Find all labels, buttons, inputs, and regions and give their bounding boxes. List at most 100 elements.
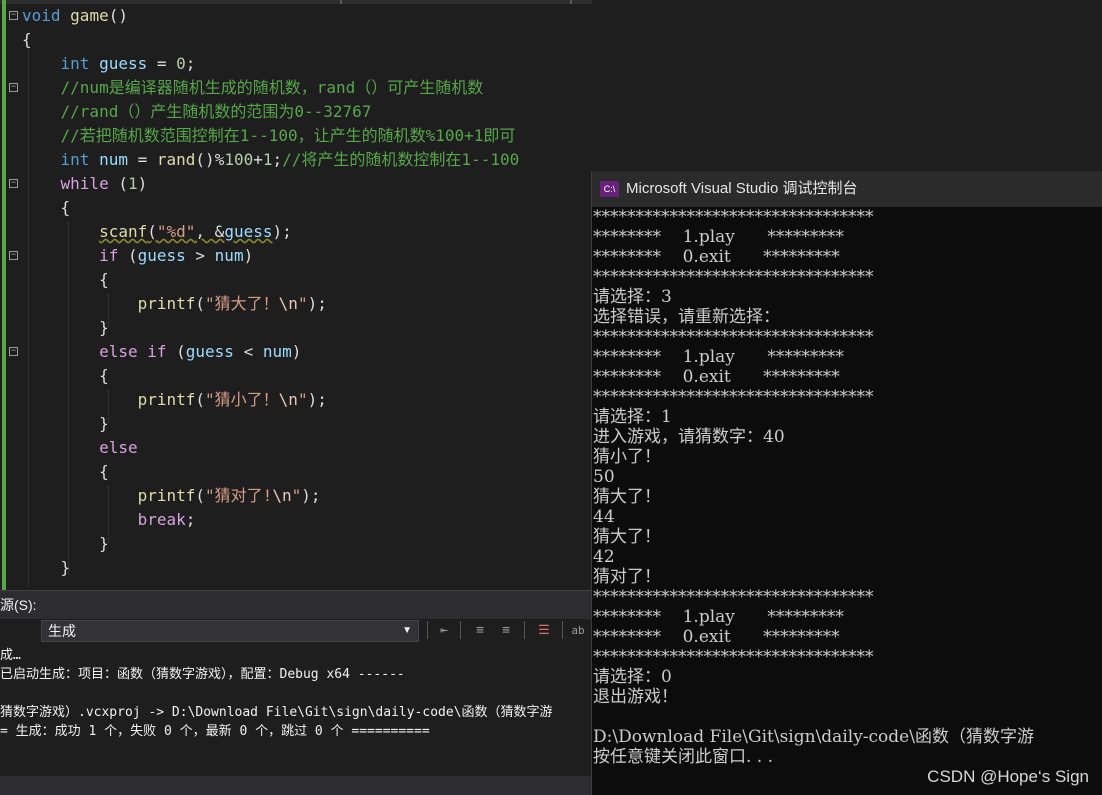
code-token: + <box>253 150 263 169</box>
code-token: printf <box>137 294 196 313</box>
next-message-icon[interactable]: ≡ <box>496 621 516 641</box>
console-line: 42 <box>593 547 615 567</box>
output-line: 猜数字游戏）.vcxproj -> D:\Download File\Git\s… <box>0 705 553 720</box>
console-line: 猜大了！ <box>593 487 661 507</box>
console-app-icon: C:\ <box>600 181 619 197</box>
code-token: ) <box>243 246 254 265</box>
code-line[interactable]: } <box>22 532 109 556</box>
code-token: 0 <box>176 54 186 73</box>
code-token: guess <box>185 342 234 361</box>
code-token: while <box>60 174 109 193</box>
code-token: "%d" <box>156 222 196 241</box>
code-token: () <box>108 6 128 25</box>
scroll-marker <box>340 0 342 4</box>
console-line: 请选择：0 <box>593 667 672 687</box>
code-line[interactable]: } <box>22 316 109 340</box>
code-line[interactable]: { <box>22 196 71 220</box>
fold-toggle-icon[interactable]: − <box>9 347 18 356</box>
code-line[interactable]: scanf("%d", &guess); <box>22 220 292 244</box>
code-token: ( <box>195 390 206 409</box>
console-line: 50 <box>593 467 615 487</box>
console-line: 44 <box>593 507 615 527</box>
code-token: guess <box>137 246 186 265</box>
code-token: , & <box>195 222 225 241</box>
fold-toggle-icon[interactable]: − <box>9 83 18 92</box>
code-line[interactable]: break; <box>22 508 196 532</box>
code-token: ( <box>195 486 206 505</box>
watermark: CSDN @Hope‘s Sign <box>927 767 1089 786</box>
console-line: ********************************* <box>593 587 874 607</box>
code-line[interactable]: printf("猜对了!\n"); <box>22 484 321 508</box>
code-token: ) <box>291 342 302 361</box>
code-token: = <box>147 54 177 73</box>
fold-toggle-icon[interactable]: − <box>9 11 18 20</box>
code-editor[interactable]: − − − − − void game(){ int guess = 0; //… <box>0 0 592 590</box>
code-line[interactable]: { <box>22 364 109 388</box>
code-line[interactable]: else if (guess < num) <box>22 340 301 364</box>
code-line[interactable]: printf("猜小了！\n"); <box>22 388 327 412</box>
console-line: ******** 1.play ********* <box>593 607 844 627</box>
find-message-icon[interactable]: ⇤ <box>434 621 454 641</box>
code-token: \n <box>272 486 292 505</box>
output-line: 成… <box>0 648 21 663</box>
code-line[interactable]: //若把随机数范围控制在1--100，让产生的随机数%100+1即可 <box>22 124 516 148</box>
code-token: ); <box>301 486 321 505</box>
clear-all-icon[interactable]: ☰ <box>534 621 554 641</box>
editor-gutter: − − − − − <box>0 0 22 590</box>
console-line: 退出游戏！ <box>593 687 678 707</box>
code-token: "猜大了！ <box>205 294 279 313</box>
code-token: game <box>70 6 109 25</box>
code-line[interactable]: { <box>22 268 109 292</box>
code-token: num <box>214 246 244 265</box>
code-line[interactable]: else <box>22 436 138 460</box>
code-token: scanf <box>99 222 148 241</box>
code-line[interactable]: while (1) <box>22 172 148 196</box>
chevron-down-icon: ▼ <box>402 625 412 636</box>
debug-console-window[interactable]: C:\ Microsoft Visual Studio 调试控制台 ******… <box>591 171 1102 795</box>
code-token: "猜小了！ <box>205 390 279 409</box>
code-line[interactable]: //num是编译器随机生成的随机数，rand（）可产生随机数 <box>22 76 484 100</box>
code-token: else <box>99 342 138 361</box>
output-source-select[interactable]: 生成 ▼ <box>41 620 419 642</box>
code-token: ) <box>137 174 148 193</box>
code-line[interactable]: } <box>22 412 109 436</box>
previous-message-icon[interactable]: ≡ <box>470 621 490 641</box>
word-wrap-icon[interactable]: ab <box>568 621 588 641</box>
console-titlebar[interactable]: C:\ Microsoft Visual Studio 调试控制台 <box>592 171 1102 207</box>
console-line: ********************************* <box>593 647 874 667</box>
output-scrollbar[interactable] <box>0 776 592 795</box>
code-token: ; <box>272 150 283 169</box>
console-line: ******** 1.play ********* <box>593 227 844 247</box>
change-tracking-bar <box>2 0 6 590</box>
code-line[interactable]: { <box>22 28 32 52</box>
toolbar-separator <box>427 621 428 639</box>
console-line: 请选择：3 <box>593 287 672 307</box>
code-token: //将产生的随机数控制在1--100 <box>282 150 520 169</box>
code-line[interactable]: } <box>22 556 71 580</box>
code-token: } <box>22 318 109 337</box>
console-line: ******** 0.exit ********* <box>593 247 840 267</box>
code-line[interactable]: int guess = 0; <box>22 52 196 76</box>
code-line[interactable]: int num = rand()%100+1;//将产生的随机数控制在1--10… <box>22 148 520 172</box>
code-token: printf <box>137 486 196 505</box>
code-line[interactable]: //rand（）产生随机数的范围为0--32767 <box>22 100 372 124</box>
code-token: num <box>99 150 128 169</box>
code-line[interactable]: void game() <box>22 4 128 28</box>
fold-toggle-icon[interactable]: − <box>9 179 18 188</box>
console-line: ******** 0.exit ********* <box>593 627 840 647</box>
code-line[interactable]: { <box>22 460 109 484</box>
code-token: \n <box>278 390 298 409</box>
fold-toggle-icon[interactable]: − <box>9 251 18 260</box>
code-token: break <box>137 510 186 529</box>
code-line[interactable]: printf("猜大了！\n"); <box>22 292 327 316</box>
code-line[interactable]: if (guess > num) <box>22 244 253 268</box>
